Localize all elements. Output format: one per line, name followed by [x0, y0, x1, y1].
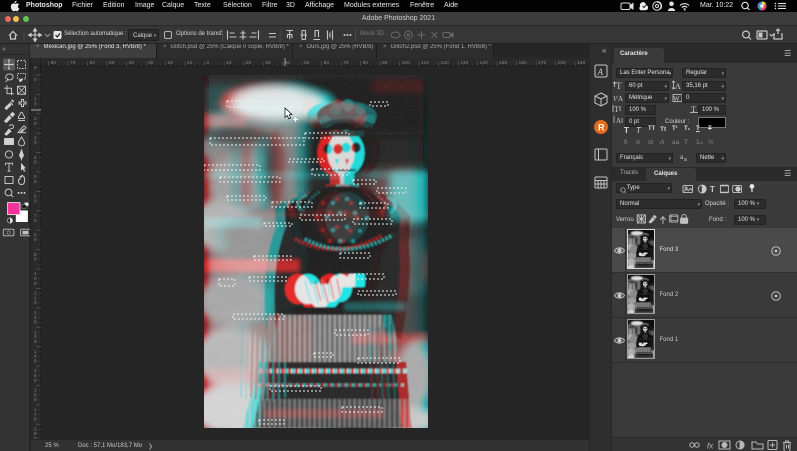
- svg-text:0: 0: [34, 397, 37, 402]
- svg-text:A: A: [618, 95, 623, 103]
- svg-text:T: T: [614, 105, 619, 114]
- svg-text:0: 0: [207, 60, 210, 65]
- svg-text:190: 190: [577, 60, 586, 65]
- svg-text:A: A: [616, 117, 621, 125]
- svg-text:0: 0: [34, 237, 37, 242]
- svg-text:0: 0: [34, 358, 37, 363]
- svg-text:180: 180: [558, 60, 567, 65]
- svg-text:100: 100: [402, 60, 411, 65]
- svg-text:0: 0: [34, 339, 37, 344]
- svg-text:0: 0: [34, 320, 37, 325]
- svg-text:0: 0: [34, 160, 37, 165]
- svg-text:0: 0: [34, 101, 37, 106]
- svg-text:0: 0: [34, 140, 37, 145]
- svg-text:150: 150: [499, 60, 508, 65]
- svg-text:A: A: [597, 67, 604, 77]
- svg-text:0: 0: [34, 218, 37, 223]
- svg-text:0: 0: [34, 417, 37, 422]
- svg-text:130: 130: [460, 60, 469, 65]
- svg-text:0: 0: [34, 300, 37, 305]
- svg-text:«: «: [2, 46, 8, 53]
- svg-text:140: 140: [480, 60, 489, 65]
- svg-text:0: 0: [34, 378, 37, 383]
- svg-text:0: 0: [34, 121, 37, 126]
- svg-text:0: 0: [34, 198, 37, 203]
- svg-text:0: 0: [34, 179, 37, 184]
- svg-text:160: 160: [519, 60, 528, 65]
- svg-text:110: 110: [421, 60, 429, 65]
- svg-text:fx: fx: [707, 442, 714, 451]
- svg-text:«: «: [602, 46, 607, 55]
- svg-text:120: 120: [441, 60, 450, 65]
- svg-text:T: T: [710, 185, 715, 194]
- svg-text:T: T: [616, 81, 622, 91]
- svg-text:R: R: [598, 123, 605, 133]
- svg-text:0: 0: [34, 77, 37, 82]
- svg-text:0: 0: [34, 257, 37, 262]
- svg-text:0: 0: [34, 281, 37, 286]
- svg-text:A: A: [675, 82, 681, 91]
- svg-text:170: 170: [538, 60, 547, 65]
